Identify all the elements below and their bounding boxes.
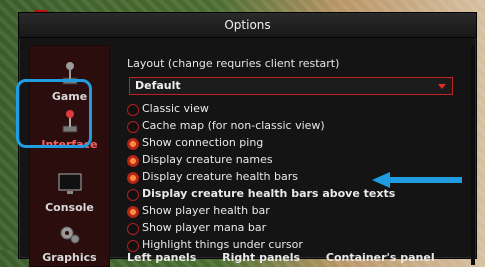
option-label: Display creature health bars: [142, 170, 299, 183]
layout-select-value: Default: [135, 79, 181, 92]
gears-icon: [60, 226, 79, 244]
option-label: Highlight things under cursor: [142, 238, 303, 251]
radio-checked-icon: [127, 206, 139, 218]
left-panels-label: Left panels: [127, 251, 197, 264]
sidebar-item-label: Console: [45, 201, 94, 214]
option-label: Display creature names: [142, 153, 273, 166]
right-panels-label: Right panels: [222, 251, 301, 264]
sidebar-item-console[interactable]: Console: [30, 169, 109, 214]
containers-panel-label: Container's panel: [325, 251, 435, 264]
chevron-down-icon: [438, 84, 446, 89]
radio-icon: [127, 189, 139, 201]
sidebar-item-graphics[interactable]: Graphics: [30, 219, 109, 264]
radio-icon: [127, 104, 139, 116]
layout-label: Layout (change requries client restart): [127, 57, 340, 70]
radio-checked-icon: [127, 138, 139, 150]
monitor-icon: [58, 173, 81, 194]
option-label: Show connection ping: [142, 136, 264, 149]
scrollbar[interactable]: [471, 45, 475, 265]
option-label: Display creature health bars above texts: [142, 187, 396, 200]
panel-labels: Left panels Right panels Container's pan…: [127, 251, 457, 264]
option-label: Show player health bar: [142, 204, 270, 217]
sidebar-item-label: Graphics: [42, 251, 97, 264]
option-label: Classic view: [142, 102, 209, 115]
radio-checked-icon: [127, 155, 139, 167]
radio-checked-icon: [127, 172, 139, 184]
radio-icon: [127, 223, 139, 235]
interface-highlight-annotation: [16, 79, 92, 148]
option-label: Cache map (for non-classic view): [142, 119, 325, 132]
arrow-left-annotation-icon: [372, 172, 462, 188]
window-title: Options: [19, 13, 476, 38]
layout-select[interactable]: Default: [129, 77, 453, 95]
radio-icon: [127, 121, 139, 133]
option-label: Show player mana bar: [142, 221, 267, 234]
